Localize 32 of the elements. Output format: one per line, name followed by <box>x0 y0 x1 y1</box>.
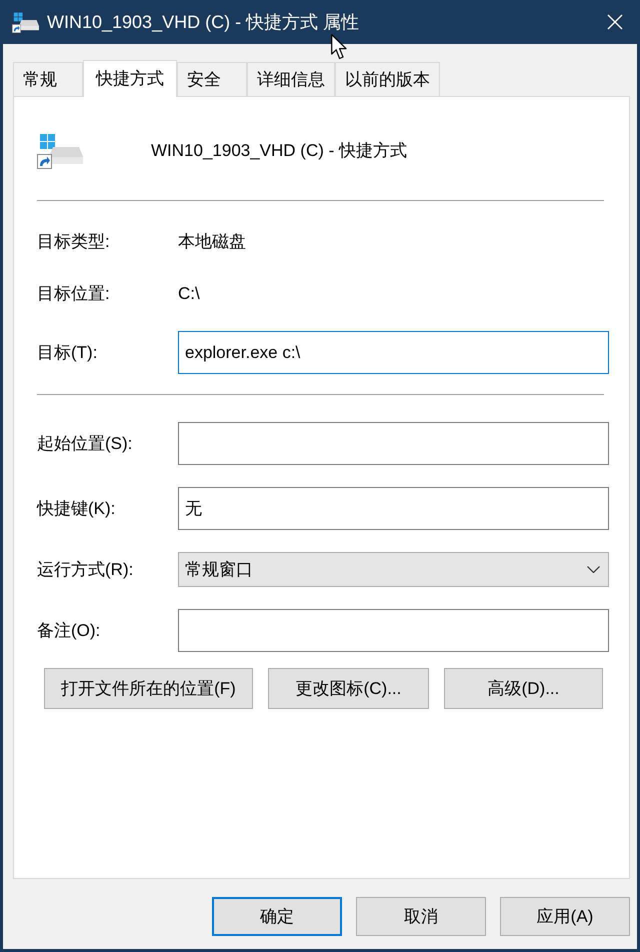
tab[interactable]: 详细信息 <box>247 62 335 96</box>
text-field[interactable]: explorer.exe c:\ <box>178 331 609 374</box>
field-label: 目标(T): <box>37 342 98 364</box>
shortcut-name: WIN10_1903_VHD (C) - 快捷方式 <box>151 140 408 162</box>
field-label: 目标类型: <box>37 231 111 254</box>
drive-shortcut-icon <box>12 12 39 32</box>
chevron-down-icon <box>587 566 600 573</box>
text-field[interactable]: 无 <box>178 487 609 530</box>
field-value: C:\ <box>178 283 200 306</box>
field-label: 起始位置(S): <box>37 432 134 455</box>
tab[interactable]: 安全 <box>177 62 247 96</box>
field-label: 目标位置: <box>37 283 111 306</box>
text-field[interactable] <box>178 609 609 652</box>
field-label: 运行方式(R): <box>37 558 134 581</box>
action-button[interactable]: 高级(D)... <box>444 668 603 709</box>
drive-shortcut-icon <box>37 133 83 169</box>
dialog-button[interactable]: 应用(A) <box>500 897 630 936</box>
tab[interactable]: 快捷方式 <box>83 60 177 97</box>
tab[interactable]: 以前的版本 <box>335 62 440 96</box>
close-icon <box>607 14 623 30</box>
action-button[interactable]: 更改图标(C)... <box>268 668 429 709</box>
dialog-button[interactable]: 确定 <box>212 897 342 936</box>
mouse-pointer-icon <box>331 34 348 60</box>
field-label: 备注(O): <box>37 620 102 642</box>
field-label: 快捷键(K): <box>37 498 116 520</box>
action-button[interactable]: 打开文件所在的位置(F) <box>44 668 253 709</box>
text-field[interactable] <box>178 422 609 465</box>
field-value: 本地磁盘 <box>178 231 246 254</box>
dialog-button[interactable]: 取消 <box>356 897 486 936</box>
dropdown-select[interactable]: 常规窗口 <box>178 552 609 587</box>
tab[interactable]: 常规 <box>13 62 83 96</box>
window-title: WIN10_1903_VHD (C) - 快捷方式 属性 <box>47 10 360 34</box>
